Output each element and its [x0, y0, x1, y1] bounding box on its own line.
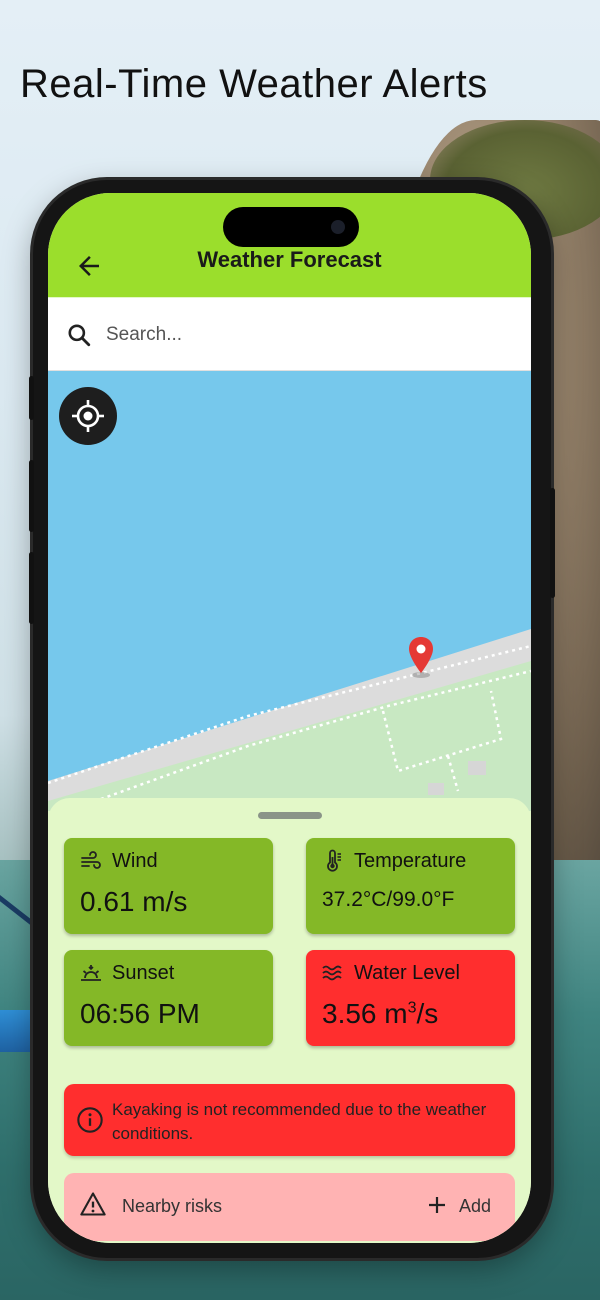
info-icon — [77, 1107, 103, 1133]
sunset-label: Sunset — [112, 962, 175, 984]
temperature-card[interactable]: Temperature 37.2°C/99.0°F — [306, 838, 515, 934]
search-icon — [68, 324, 91, 347]
sunset-icon — [81, 965, 101, 981]
wind-value: 0.61 m/s — [80, 886, 188, 917]
weather-bottom-sheet: Wind 0.61 m/s Temperature 37.2°C/99.0°F — [48, 798, 531, 1243]
crosshair-icon — [72, 400, 104, 432]
nearby-risks-panel: Nearby risks Add — [64, 1173, 515, 1241]
phone-screen: Weather Forecast Search... Wind 0.61 m/s… — [48, 193, 531, 1243]
temperature-value: 37.2°C/99.0°F — [322, 888, 455, 911]
wind-card[interactable]: Wind 0.61 m/s — [64, 838, 273, 934]
water-level-exponent: 3 — [407, 999, 417, 1017]
water-level-number: 3.56 m — [322, 998, 408, 1029]
water-level-value: 3.56 m3/s — [322, 998, 438, 1030]
water-level-unit: /s — [416, 998, 439, 1029]
map-land — [48, 629, 531, 811]
waves-icon — [322, 965, 342, 981]
search-bar — [48, 298, 531, 371]
drag-handle[interactable] — [258, 812, 322, 819]
nearby-risks-label: Nearby risks — [122, 1196, 223, 1216]
warning-icon — [80, 1192, 106, 1216]
water-level-card[interactable]: Water Level 3.56 m3/s — [306, 950, 515, 1046]
sunset-card[interactable]: Sunset 06:56 PM — [64, 950, 273, 1046]
temperature-label: Temperature — [354, 850, 467, 872]
sunset-value: 06:56 PM — [80, 998, 200, 1029]
phone-side-button — [29, 376, 34, 420]
weather-alert-banner: Kayaking is not recommended due to the w… — [64, 1084, 515, 1156]
phone-volume-down — [29, 552, 34, 624]
phone-power-button — [550, 488, 555, 598]
alert-message: Kayaking is not recommended due to the w… — [112, 1100, 487, 1143]
plus-icon — [429, 1197, 445, 1213]
phone-frame: Weather Forecast Search... Wind 0.61 m/s… — [29, 180, 555, 1258]
add-risk-label: Add — [459, 1196, 492, 1216]
promo-headline: Real-Time Weather Alerts — [20, 62, 488, 106]
map-pin-icon[interactable] — [406, 635, 436, 679]
water-level-label: Water Level — [354, 962, 460, 984]
wind-label: Wind — [112, 850, 158, 872]
wind-icon — [81, 851, 101, 869]
front-camera — [331, 220, 345, 234]
phone-volume-up — [29, 460, 34, 532]
search-input[interactable] — [104, 314, 508, 356]
add-risk-button[interactable]: Add — [417, 1187, 503, 1223]
dynamic-island — [223, 207, 359, 247]
thermometer-icon — [327, 849, 341, 872]
locate-me-button[interactable] — [59, 387, 117, 445]
page-title: Weather Forecast — [197, 247, 382, 272]
map-view[interactable] — [48, 371, 531, 811]
